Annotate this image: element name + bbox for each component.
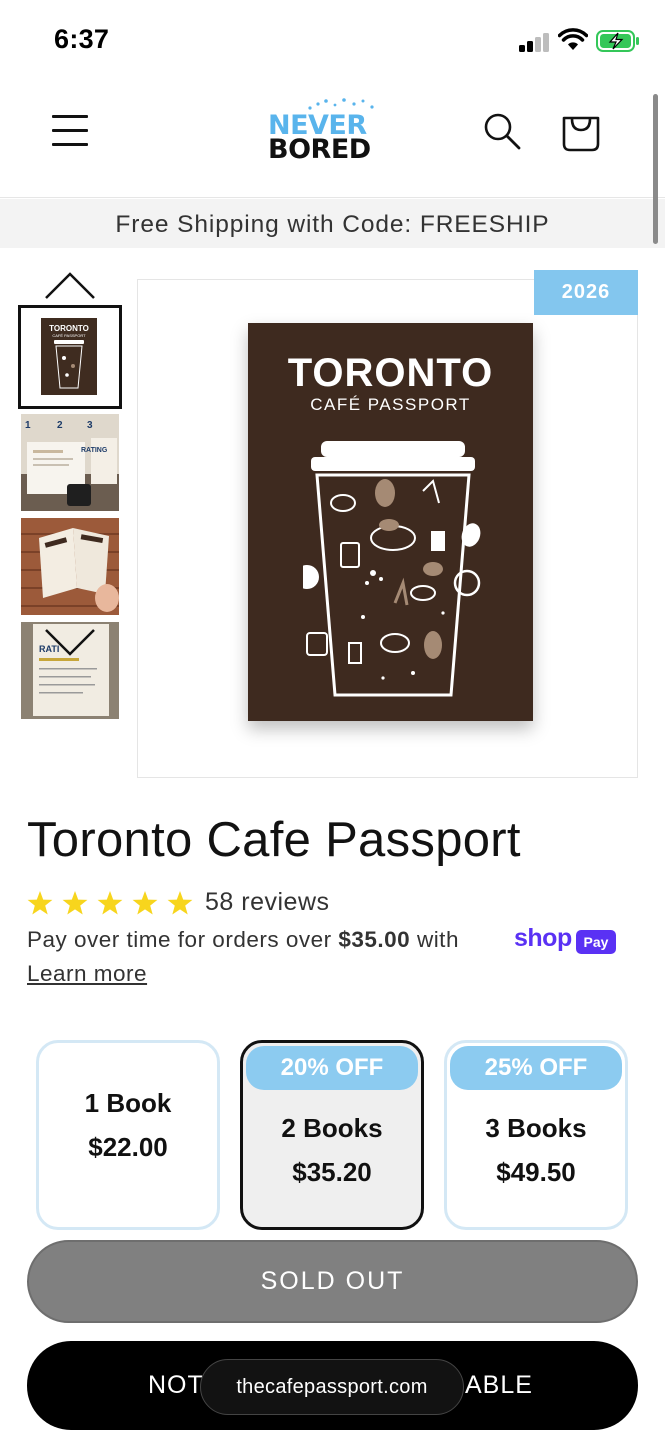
thumbnail-book-cover: TORONTO CAFÉ PASSPORT [41, 318, 97, 395]
notify-button-label-end: ABLE [465, 1371, 533, 1399]
never-bored-logo[interactable]: NEVER BORED [262, 96, 388, 166]
product-main-image[interactable]: 2026 TORONTO CAFÉ PASSPORT [137, 270, 638, 778]
bundle-option-2-books[interactable]: 20% OFF 2 Books $35.20 [240, 1040, 424, 1230]
chevron-up-icon[interactable] [42, 268, 98, 302]
star-rating-icon[interactable] [27, 889, 202, 919]
thumbnail-book-title: TORONTO [49, 324, 89, 333]
thumbnail-open-book-photo [21, 518, 119, 615]
installments-message: Pay over time for orders over $35.00 wit… [27, 927, 459, 953]
thumbnail-book-open[interactable] [21, 518, 119, 615]
battery-charging-icon [596, 30, 639, 52]
page-scrollbar[interactable] [653, 94, 658, 244]
bundle-price: $49.50 [496, 1157, 576, 1187]
coffee-cup-illustration [303, 441, 481, 697]
cellular-signal-icon [519, 30, 551, 52]
review-count-link[interactable]: 58 reviews [205, 888, 330, 917]
thumbnail-cover[interactable]: TORONTO CAFÉ PASSPORT [18, 305, 122, 409]
thumbnail-book-subtitle: CAFÉ PASSPORT [52, 333, 86, 338]
bundle-price: $35.20 [292, 1157, 372, 1187]
sold-out-button[interactable]: SOLD OUT [27, 1240, 638, 1323]
promo-announcement: Free Shipping with Code: FREESHIP [0, 199, 665, 248]
bundle-quantity: 2 Books [281, 1113, 383, 1143]
svg-text:3: 3 [87, 420, 93, 431]
shop-pay-wordmark: shop [514, 924, 572, 952]
notify-button-label-start: NOT [148, 1371, 204, 1399]
bundle-quantity: 3 Books [485, 1113, 587, 1143]
cart-bag-icon[interactable] [561, 110, 601, 152]
svg-text:1: 1 [25, 420, 31, 431]
year-badge: 2026 [534, 270, 638, 315]
wifi-icon [558, 28, 588, 50]
status-time: 6:37 [54, 24, 110, 54]
installments-prefix: Pay over time for orders over [27, 927, 339, 952]
bundle-discount-badge: 25% OFF [450, 1046, 622, 1090]
shop-pay-logo: shop Pay [514, 924, 616, 955]
thumbnail-rating-photo: 1 2 3 RATING [21, 414, 119, 511]
svg-text:RATING: RATING [81, 447, 108, 454]
thumbnail-rating-steps[interactable]: 1 2 3 RATING [21, 414, 119, 511]
book-cover: TORONTO CAFÉ PASSPORT [248, 323, 533, 721]
product-title: Toronto Cafe Passport [27, 813, 521, 867]
shop-pay-badge: Pay [576, 930, 616, 954]
status-bar: 6:37 [0, 0, 665, 80]
site-header: NEVER BORED [0, 80, 665, 198]
bundle-option-1-book[interactable]: 1 Book $22.00 [36, 1040, 220, 1230]
book-cover-subtitle: CAFÉ PASSPORT [310, 395, 471, 414]
learn-more-link[interactable]: Learn more [27, 961, 147, 987]
search-icon[interactable] [483, 112, 521, 150]
bundle-option-3-books[interactable]: 25% OFF 3 Books $49.50 [444, 1040, 628, 1230]
bundle-price: $22.00 [88, 1132, 168, 1162]
installments-amount: $35.00 [338, 927, 411, 952]
chevron-down-icon[interactable] [42, 626, 98, 660]
logo-text-bored: BORED [268, 134, 371, 165]
installments-suffix: with [410, 927, 459, 952]
bundle-quantity: 1 Book [84, 1088, 172, 1118]
bundle-discount-badge: 20% OFF [246, 1046, 418, 1090]
thumbnail-cup-illustration [54, 340, 84, 389]
svg-text:2: 2 [57, 420, 63, 431]
browser-url-pill[interactable]: thecafepassport.com [200, 1359, 464, 1415]
book-cover-title: TORONTO [287, 351, 494, 395]
hamburger-menu-icon[interactable] [52, 112, 90, 148]
